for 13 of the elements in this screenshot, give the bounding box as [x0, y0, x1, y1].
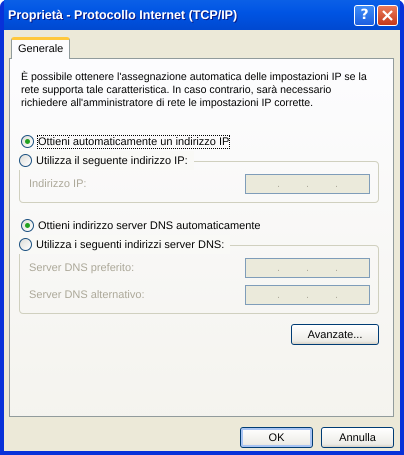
- radio-label[interactable]: Ottieni automaticamente un indirizzo IP: [38, 136, 230, 148]
- dialog-button[interactable]: Annulla: [321, 427, 394, 448]
- dialog-button[interactable]: OK: [240, 427, 313, 448]
- radio-label[interactable]: Utilizza i seguenti indirizzi server DNS:: [36, 238, 224, 250]
- description-text: È possibile ottenere l'assegnazione automatica delle impostazioni IP se la rete supporta tale caratteristica. In caso contrario, sarà necessario richiedere all'amministratore di rete le impostazioni IP corrette.: [21, 71, 368, 110]
- tab[interactable]: Generale: [11, 37, 70, 59]
- field-label: Server DNS preferito:: [29, 262, 134, 274]
- advanced-button[interactable]: Avanzate...: [291, 324, 379, 345]
- window-title: Proprietà - Protocollo Internet (TCP/IP): [8, 8, 238, 22]
- radio-label[interactable]: Ottieni indirizzo server DNS automaticamente: [38, 220, 261, 232]
- field-label: Indirizzo IP:: [29, 178, 86, 190]
- field-label: Server DNS alternativo:: [29, 289, 145, 301]
- help-button[interactable]: ?: [354, 4, 375, 26]
